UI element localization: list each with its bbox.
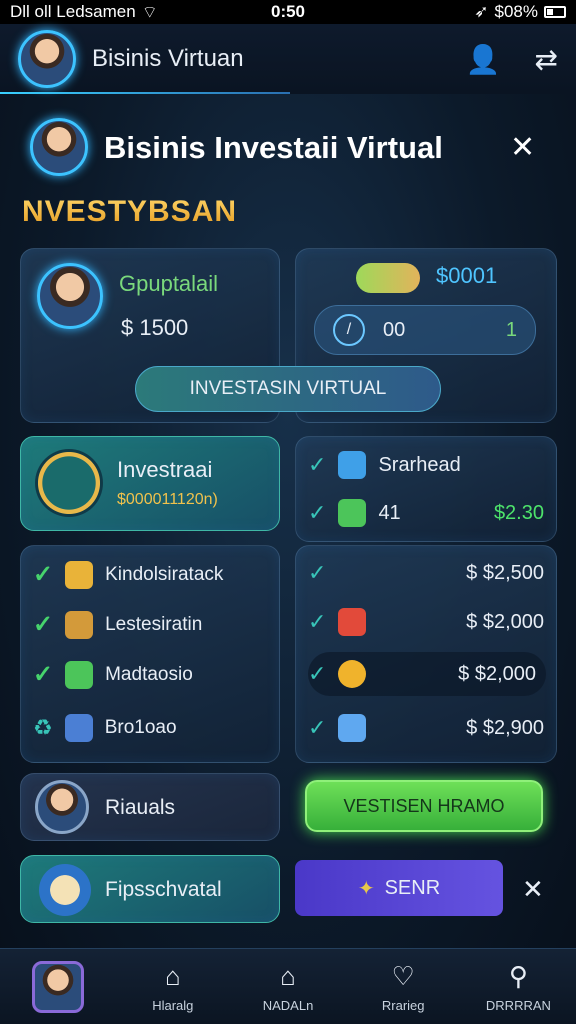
close-icon[interactable]: ✕ [510,130,535,165]
riauals-label: Riauals [105,796,176,819]
balance-right-value: 1 [505,318,517,341]
box-icon [64,714,93,742]
nav-label: Rrarieg [381,997,425,1013]
list-item-label: Lestesiratin [105,613,203,635]
appbar-underline [0,92,290,94]
profile-icon [31,960,84,1013]
right-top-list: ✓ Srarhead ✓ 41 $2.30 [295,436,557,542]
invest-icon [35,449,103,517]
money-icon: ✦ [357,877,375,900]
battery-icon [544,6,566,18]
status-bar: Dll oll Ledsamen ⌔ 0:50 ➶ $08% [0,0,576,24]
right-list: ✓ $ $2,500 ✓ $ $2,000 ✓ $ $2,000 ✓ $ $2,… [295,545,557,763]
close-icon[interactable]: ✕ [522,874,544,905]
status-time: 0:50 [270,2,306,21]
list-item-selected[interactable]: ✓ $ $2,000 [308,652,546,696]
profile-avatar [37,263,103,329]
heart-icon: ♡ [391,960,415,991]
nav-item-profile[interactable] [0,949,115,1024]
nav-label: NADALn [262,997,314,1013]
balance-amount: $0001 [436,263,498,288]
riauals-avatar [35,780,89,834]
list-item-value: $ $2,000 [458,662,536,685]
investasi-virtual-button[interactable]: INVESTASIN VIRTUAL [135,366,441,412]
app-actions: 👤 ⇄ [466,43,558,76]
riauals-card[interactable]: Riauals [20,773,280,841]
list-item-label: Madtaosio [105,663,193,685]
box-icon [338,499,367,527]
nav-item-user[interactable]: ⚲ DRRRRAN [461,949,576,1024]
nav-label: Hlaralg [152,997,194,1013]
list-item-label: Kindolsiratack [105,563,224,585]
cube-icon [338,714,367,742]
cube-icon [338,451,367,479]
list-item[interactable]: ♻ Bro1oao [33,714,177,742]
invest-card[interactable]: Investraai $000011120n) [20,436,280,531]
tool-icon [65,610,94,639]
list-item[interactable]: ✓ $ $2,900 [308,714,544,742]
shop-icon: ⌂ [280,960,296,991]
left-list: ✓ Kindolsiratack ✓ Lestesiratin ✓ Madtao… [20,545,280,763]
list-item[interactable]: ✓ Madtaosio [33,660,193,689]
bottom-nav: ⌂ Hlaralg ⌂ NADALn ♡ Rrarieg ⚲ DRRRRAN [0,948,576,1024]
list-item-label: Srarhead [378,453,461,476]
fipsch-card[interactable]: Fipsschvatal [20,855,280,923]
check-icon: ✓ [33,661,54,688]
list-item[interactable]: ✓ Lestesiratin [33,610,202,639]
vestisen-button[interactable]: VESTISEN HRAMO [305,780,543,832]
list-item-value: $ $2,500 [466,561,544,584]
header-avatar [30,118,88,176]
app-bar: Bisinis Virtuan 👤 ⇄ [0,24,576,94]
check-icon: ✓ [308,452,327,477]
list-item[interactable]: ✓ $ $2,000 [308,608,544,636]
list-item-value: $2.30 [493,501,544,524]
balance-slider[interactable]: / 00 1 [314,305,536,355]
money-icon [356,263,420,293]
box-icon [65,660,94,689]
check-icon: ✓ [33,561,54,588]
check-icon: ✓ [308,609,327,634]
list-item[interactable]: ✓ 41 $2.30 [308,499,544,527]
fipsch-icon [39,864,91,916]
check-icon: ✓ [33,611,54,638]
edit-icon[interactable]: / [333,314,365,346]
profile-amount: $ 1500 [121,315,189,340]
list-item[interactable]: ✓ $ $2,500 [308,560,544,586]
senr-button[interactable]: ✦ SENR [295,860,503,916]
recycle-icon: ♻ [33,715,53,740]
user-icon[interactable]: 👤 [466,43,501,76]
user-icon: ⚲ [508,960,528,991]
profile-name: Gpuptalail [119,271,219,296]
list-item-value: $ $2,000 [466,610,544,633]
coin-icon [338,660,367,688]
nav-item-shop[interactable]: ⌂ NADALn [230,949,345,1024]
list-item-label: 41 [378,501,401,524]
cube-icon [338,608,367,636]
balance-left-value: 00 [383,318,406,341]
nav-item-heart[interactable]: ♡ Rrarieg [346,949,461,1024]
list-item-value: $ $2,900 [466,716,544,739]
list-item[interactable]: ✓ Srarhead [308,451,461,479]
app-avatar[interactable] [18,30,76,88]
section-label: NVESTYBSAN [22,195,238,228]
box-icon [65,560,94,589]
check-icon: ✓ [308,560,327,585]
list-item-label: Bro1oao [104,717,177,738]
share-icon[interactable]: ⇄ [535,43,558,76]
fipsch-label: Fipsschvatal [105,878,222,901]
check-icon: ✓ [308,715,327,740]
invest-value: $000011120n) [117,491,218,508]
app-title: Bisinis Virtuan [92,45,244,72]
check-icon: ✓ [308,661,327,686]
check-icon: ✓ [308,500,327,525]
invest-title: Investraai [117,457,213,482]
nav-item-home[interactable]: ⌂ Hlaralg [115,949,230,1024]
page-title: Bisinis Investaii Virtual [104,130,443,165]
senr-label: SENR [384,876,441,899]
nav-label: DRRRRAN [485,997,551,1013]
home-icon: ⌂ [164,960,181,991]
list-item[interactable]: ✓ Kindolsiratack [33,560,223,589]
